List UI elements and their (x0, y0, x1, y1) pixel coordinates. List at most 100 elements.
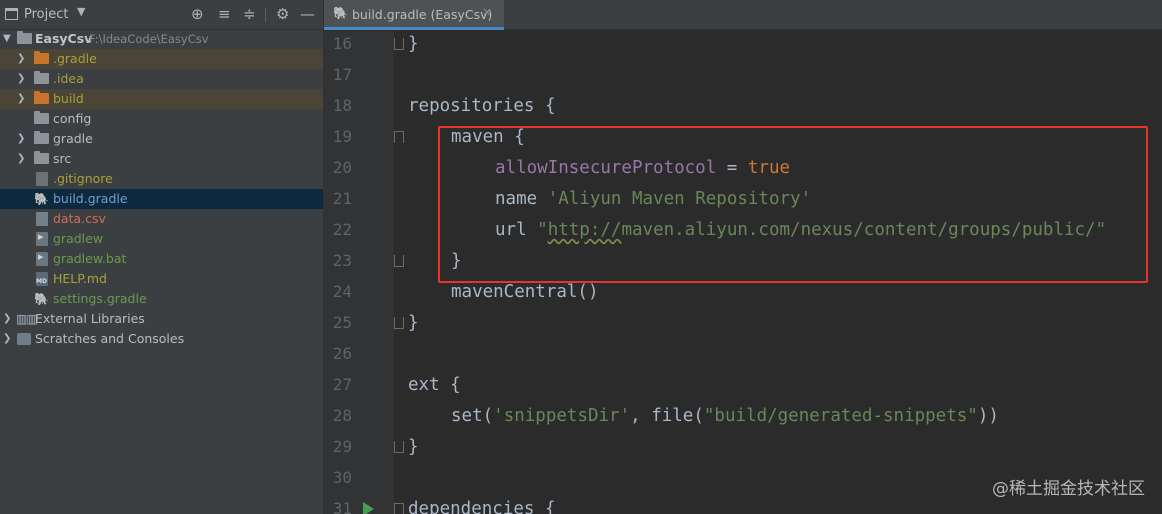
chevron-down-icon[interactable]: ▼ (77, 5, 85, 18)
tree-item-label: src (53, 151, 72, 166)
code-token: ext (408, 375, 440, 395)
code-line-25[interactable]: } (408, 312, 419, 334)
tree-item-idea[interactable]: ❯ .idea (0, 69, 323, 89)
code-line-27[interactable]: ext { (408, 374, 461, 396)
tree-item-label: HELP.md (53, 271, 107, 286)
shell-file-icon (36, 230, 48, 246)
line-number: 21 (332, 189, 352, 208)
tree-item-config[interactable]: config (0, 109, 323, 129)
gradle-file-icon: 🐘 (34, 192, 49, 206)
code-line-16[interactable]: } (408, 33, 419, 55)
fold-marker-icon[interactable] (394, 38, 404, 50)
gitignore-file-icon (36, 172, 48, 186)
line-number: 19 (332, 127, 352, 146)
scratches-icon (17, 333, 31, 345)
line-number: 18 (332, 96, 352, 115)
collapse-arrow-icon[interactable]: ❯ (17, 71, 25, 87)
tree-item-gradle-hidden[interactable]: ❯ .gradle (0, 49, 323, 69)
project-view-icon (5, 8, 18, 20)
collapse-arrow-icon[interactable]: ❯ (17, 51, 25, 67)
tree-item-data-csv[interactable]: data.csv (0, 209, 323, 229)
batch-file-icon (36, 250, 48, 266)
gear-icon[interactable]: ⚙ (276, 5, 289, 23)
collapse-arrow-icon[interactable]: ❯ (17, 151, 25, 167)
tree-item-scratches[interactable]: ❯ Scratches and Consoles (0, 329, 323, 349)
locate-icon[interactable]: ⊕ (191, 5, 204, 23)
folder-icon (34, 111, 49, 124)
tree-item-gradlew[interactable]: gradlew (0, 229, 323, 249)
tree-item-label: .gitignore (53, 171, 113, 186)
folder-icon (34, 51, 49, 64)
module-folder-icon (17, 31, 32, 44)
code-token: { (534, 499, 556, 514)
code-token: 'snippetsDir' (493, 406, 631, 426)
tab-label: build.gradle (EasyCsv) (352, 7, 493, 22)
expand-all-icon[interactable]: ≡ (218, 5, 231, 23)
fold-marker-icon[interactable] (394, 441, 404, 453)
code-token: } (408, 313, 419, 333)
tree-item-label: .gradle (53, 51, 97, 66)
header-divider (265, 8, 266, 22)
run-gutter-icon[interactable] (363, 502, 374, 514)
tree-item-label: External Libraries (35, 311, 145, 326)
line-number: 28 (332, 406, 352, 425)
code-line-18[interactable]: repositories { (408, 95, 556, 117)
code-token: } (408, 34, 419, 54)
folder-icon (34, 71, 49, 84)
project-panel-title[interactable]: Project (24, 7, 68, 22)
fold-marker-icon[interactable] (394, 503, 404, 514)
tab-build-gradle[interactable]: 🐘 build.gradle (EasyCsv) × (324, 0, 504, 30)
gradle-file-icon: 🐘 (333, 6, 348, 20)
line-number: 30 (332, 468, 352, 487)
tree-item-label: build (53, 91, 84, 106)
code-token: mavenCentral() (451, 282, 599, 302)
watermark: @稀土掘金技术社区 (992, 479, 1145, 499)
tree-item-external-libraries[interactable]: ❯ ▥▥ External Libraries (0, 309, 323, 329)
code-editor[interactable]: 🐘 build.gradle (EasyCsv) × 16 17 18 19 2… (323, 0, 1162, 514)
fold-marker-icon[interactable] (394, 317, 404, 329)
expand-arrow-icon[interactable]: ▼ (3, 31, 11, 47)
tree-item-src[interactable]: ❯ src (0, 149, 323, 169)
code-line-24[interactable]: mavenCentral() (451, 281, 599, 303)
collapse-arrow-icon[interactable]: ❯ (3, 311, 11, 327)
tree-item-build[interactable]: ❯ build (0, 89, 323, 109)
code-token: "build/generated-snippets" (703, 406, 978, 426)
editor-tab-bar: 🐘 build.gradle (EasyCsv) × (324, 0, 1162, 30)
line-number: 25 (332, 313, 352, 332)
tree-item-label: data.csv (53, 211, 106, 226)
tree-item-settings-gradle[interactable]: 🐘 settings.gradle (0, 289, 323, 309)
collapse-arrow-icon[interactable]: ❯ (17, 91, 25, 107)
line-number: 16 (332, 34, 352, 53)
project-panel-header: Project ▼ ⊕ ≡ ≑ ⚙ — (0, 0, 323, 30)
code-token: repositories (408, 96, 535, 116)
root-path: F:\IdeaCode\EasyCsv (89, 32, 209, 46)
collapse-all-icon[interactable]: ≑ (243, 5, 256, 23)
close-icon[interactable]: × (482, 5, 492, 19)
project-panel: Project ▼ ⊕ ≡ ≑ ⚙ — ▼ EasyCsv F:\IdeaCod… (0, 0, 323, 514)
code-token: { (439, 375, 461, 395)
line-number: 24 (332, 282, 352, 301)
tree-item-gradlew-bat[interactable]: gradlew.bat (0, 249, 323, 269)
tree-item-label: build.gradle (53, 191, 128, 206)
fold-marker-icon[interactable] (394, 131, 404, 143)
line-number: 22 (332, 220, 352, 239)
markdown-file-icon (36, 272, 48, 286)
fold-marker-icon[interactable] (394, 255, 404, 267)
code-line-29[interactable]: } (408, 436, 419, 458)
collapse-arrow-icon[interactable]: ❯ (17, 131, 25, 147)
tree-item-help-md[interactable]: HELP.md (0, 269, 323, 289)
code-line-31[interactable]: dependencies { (408, 498, 556, 514)
collapse-arrow-icon[interactable]: ❯ (3, 331, 11, 347)
hide-icon[interactable]: — (300, 5, 315, 23)
folder-icon (34, 151, 49, 164)
tree-item-gitignore[interactable]: .gitignore (0, 169, 323, 189)
tree-item-gradle[interactable]: ❯ gradle (0, 129, 323, 149)
tree-item-label: config (53, 111, 92, 126)
csv-file-icon (36, 212, 48, 226)
library-icon: ▥▥ (16, 312, 38, 326)
line-number: 20 (332, 158, 352, 177)
tree-item-build-gradle[interactable]: 🐘 build.gradle (0, 189, 323, 209)
code-line-28[interactable]: set('snippetsDir', file("build/generated… (451, 405, 999, 427)
gradle-file-icon: 🐘 (34, 292, 49, 306)
tree-root-easycsv[interactable]: ▼ EasyCsv F:\IdeaCode\EasyCsv (0, 29, 323, 49)
